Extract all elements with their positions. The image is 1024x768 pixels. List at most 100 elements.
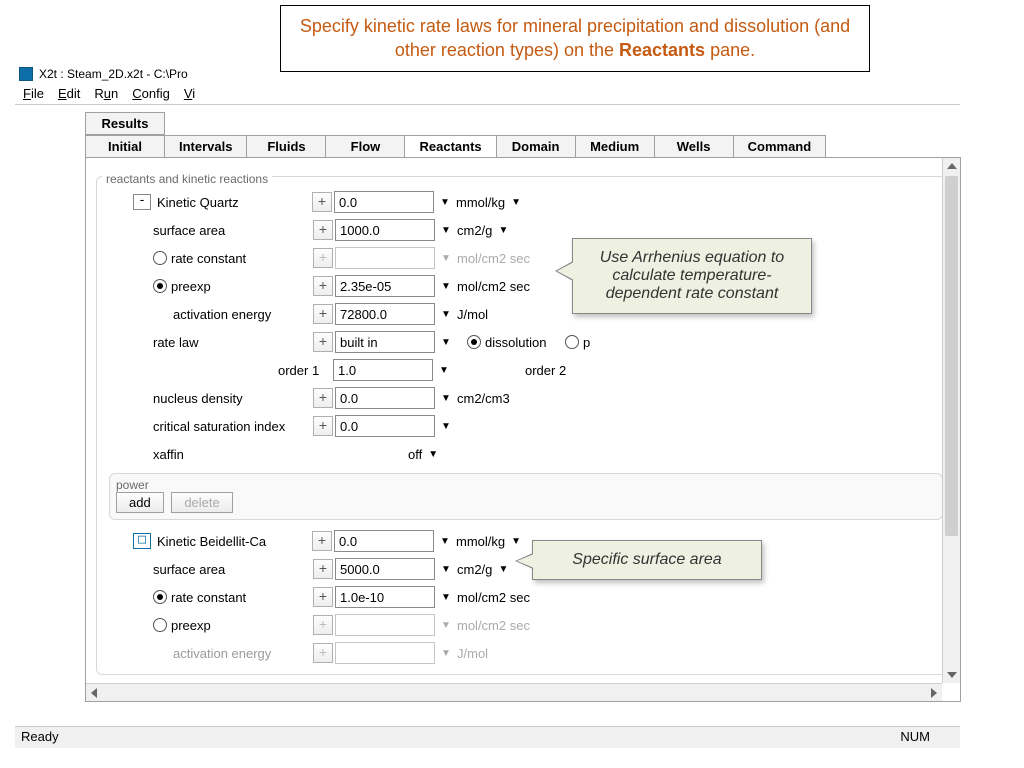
instruction-banner: Specify kinetic rate laws for mineral pr… <box>280 5 870 72</box>
callout-arrhenius: Use Arrhenius equation to calculate temp… <box>572 238 812 314</box>
plus-beid-preexp: + <box>313 615 333 635</box>
quartz-order1-label: order 1 <box>278 363 333 378</box>
quartz-ae-input[interactable] <box>335 303 435 325</box>
plus-quartz-preexp[interactable]: + <box>313 276 333 296</box>
tab-medium[interactable]: Medium <box>575 135 655 157</box>
quartz-sa-dd[interactable]: ▼ <box>439 225 453 236</box>
quartz-rl-input[interactable] <box>335 331 435 353</box>
quartz-ae-dd[interactable]: ▼ <box>439 309 453 320</box>
plus-quartz-rl[interactable]: + <box>313 332 333 352</box>
quartz-sa-unit: cm2/g <box>457 223 492 238</box>
collapse-quartz[interactable]: - <box>133 194 151 210</box>
plus-quartz-sa[interactable]: + <box>313 220 333 240</box>
horizontal-scrollbar[interactable] <box>86 683 942 701</box>
plus-beid-rateconst[interactable]: + <box>313 587 333 607</box>
plus-quartz-nucleus[interactable]: + <box>313 388 333 408</box>
quartz-rl-dd[interactable]: ▼ <box>439 337 453 348</box>
quartz-nucleus-dd[interactable]: ▼ <box>439 393 453 404</box>
beid-amount-dd[interactable]: ▼ <box>438 536 452 547</box>
plus-quartz-csi[interactable]: + <box>313 416 333 436</box>
beid-amount-input[interactable] <box>334 530 434 552</box>
quartz-amount-input[interactable] <box>334 191 434 213</box>
quartz-nucleus-label: nucleus density <box>153 391 313 406</box>
beid-ae-unit: J/mol <box>457 646 488 661</box>
collapse-beidellit[interactable]: □ <box>133 533 151 549</box>
reactants-fieldset: - Kinetic Quartz + ▼ mmol/kg ▼ surface a… <box>96 176 950 675</box>
beid-ae-input <box>335 642 435 664</box>
tab-wells[interactable]: Wells <box>654 135 734 157</box>
plus-quartz-amount[interactable]: + <box>312 192 332 212</box>
menu-edit[interactable]: Edit <box>58 86 80 101</box>
tab-intervals[interactable]: Intervals <box>164 135 247 157</box>
quartz-sa-unit-dd[interactable]: ▼ <box>496 225 510 236</box>
plus-quartz-ae[interactable]: + <box>313 304 333 324</box>
quartz-xaffin-dd[interactable]: ▼ <box>426 449 440 460</box>
tab-initial[interactable]: Initial <box>85 135 165 157</box>
beid-sa-unit-dd[interactable]: ▼ <box>496 564 510 575</box>
plus-beid-amount[interactable]: + <box>312 531 332 551</box>
menu-file[interactable]: File <box>23 86 44 101</box>
quartz-p-label: p <box>583 335 590 350</box>
banner-text: Specify kinetic rate laws for mineral pr… <box>300 16 850 60</box>
quartz-preexp-dd[interactable]: ▼ <box>439 281 453 292</box>
menu-config[interactable]: Config <box>132 86 170 101</box>
beid-rateconst-radio[interactable] <box>153 590 167 604</box>
beid-rateconst-label: rate constant <box>171 590 313 605</box>
beid-preexp-dd: ▼ <box>439 620 453 631</box>
tab-domain[interactable]: Domain <box>496 135 576 157</box>
plus-beid-ae: + <box>313 643 333 663</box>
tab-fluids[interactable]: Fluids <box>246 135 326 157</box>
tab-command[interactable]: Command <box>733 135 827 157</box>
menu-run[interactable]: Run <box>94 86 118 101</box>
quartz-xaffin-value: off <box>408 447 422 462</box>
beid-amount-unit: mmol/kg <box>456 534 505 549</box>
reactants-panel: reactants and kinetic reactions - Kineti… <box>85 157 961 702</box>
quartz-amount-dd[interactable]: ▼ <box>438 197 452 208</box>
plus-beid-sa[interactable]: + <box>313 559 333 579</box>
quartz-sa-input[interactable] <box>335 219 435 241</box>
beid-sa-dd[interactable]: ▼ <box>439 564 453 575</box>
beid-ae-dd: ▼ <box>439 648 453 659</box>
fieldset-label: reactants and kinetic reactions <box>102 170 272 188</box>
quartz-preexp-radio[interactable] <box>153 279 167 293</box>
quartz-ae-label: activation energy <box>173 307 313 322</box>
status-left: Ready <box>21 729 59 748</box>
beid-ae-label: activation energy <box>173 646 313 661</box>
quartz-preexp-input[interactable] <box>335 275 435 297</box>
callout-ssa: Specific surface area <box>532 540 762 580</box>
quartz-order2-label: order 2 <box>525 363 566 378</box>
tab-bar: Results Initial Intervals Fluids Flow Re… <box>85 112 960 157</box>
beid-rateconst-input[interactable] <box>335 586 435 608</box>
app-window: X2t : Steam_2D.x2t - C:\Pro File Edit Ru… <box>15 65 960 702</box>
beid-preexp-radio[interactable] <box>153 618 167 632</box>
quartz-dissolution-radio[interactable] <box>467 335 481 349</box>
banner-bold: Reactants <box>619 40 705 60</box>
quartz-title: Kinetic Quartz <box>157 195 312 210</box>
beid-rateconst-dd[interactable]: ▼ <box>439 592 453 603</box>
window-title: X2t : Steam_2D.x2t - C:\Pro <box>39 67 188 81</box>
quartz-order1-input[interactable] <box>333 359 433 381</box>
beid-preexp-input <box>335 614 435 636</box>
quartz-p-radio[interactable] <box>565 335 579 349</box>
quartz-dissolution-label: dissolution <box>485 335 565 350</box>
quartz-csi-input[interactable] <box>335 415 435 437</box>
quartz-sa-label: surface area <box>153 223 313 238</box>
quartz-csi-dd[interactable]: ▼ <box>439 421 453 432</box>
banner-post: pane. <box>705 40 755 60</box>
quartz-csi-label: critical saturation index <box>153 419 313 434</box>
vertical-scrollbar[interactable] <box>942 158 960 683</box>
power-add-button[interactable]: add <box>116 492 164 513</box>
quartz-amount-unit-dd[interactable]: ▼ <box>509 197 523 208</box>
beid-sa-input[interactable] <box>335 558 435 580</box>
quartz-preexp-label: preexp <box>171 279 313 294</box>
tab-reactants[interactable]: Reactants <box>404 135 496 157</box>
quartz-nucleus-input[interactable] <box>335 387 435 409</box>
tab-results[interactable]: Results <box>85 112 165 135</box>
callout-ssa-text: Specific surface area <box>572 551 721 568</box>
plus-quartz-rateconst: + <box>313 248 333 268</box>
quartz-order1-dd[interactable]: ▼ <box>437 365 451 376</box>
tab-flow[interactable]: Flow <box>325 135 405 157</box>
quartz-rateconst-radio[interactable] <box>153 251 167 265</box>
beid-amount-unit-dd[interactable]: ▼ <box>509 536 523 547</box>
menu-view[interactable]: Vi <box>184 86 195 101</box>
